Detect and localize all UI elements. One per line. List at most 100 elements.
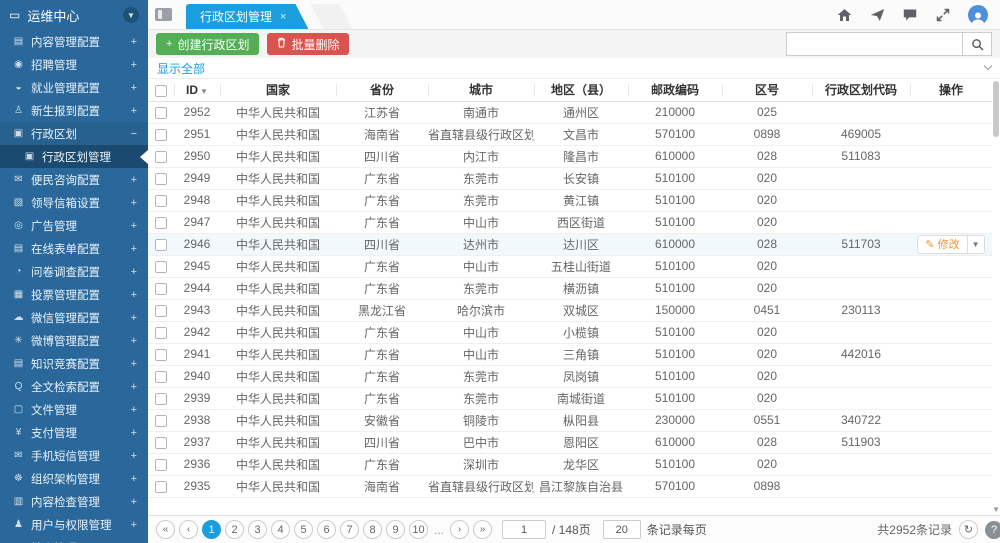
page-number-button[interactable]: 3 bbox=[248, 520, 267, 539]
user-avatar[interactable] bbox=[968, 5, 988, 25]
check-icon: ▥ bbox=[11, 496, 26, 507]
sidebar-item[interactable]: ▦投票管理配置+ bbox=[0, 283, 148, 306]
row-checkbox[interactable] bbox=[155, 459, 167, 471]
scrollbar-thumb[interactable] bbox=[993, 81, 999, 137]
sidebar-item[interactable]: ✉便民咨询配置+ bbox=[0, 168, 148, 191]
first-page-button[interactable]: « bbox=[156, 520, 175, 539]
page-number-button[interactable]: 1 bbox=[202, 520, 221, 539]
row-checkbox[interactable] bbox=[155, 283, 167, 295]
tab-close-icon[interactable]: × bbox=[280, 11, 286, 23]
wechat-icon: ☁ bbox=[11, 312, 26, 323]
sidebar-item[interactable]: ▥内容检查管理+ bbox=[0, 490, 148, 513]
cell-postal: 510100 bbox=[628, 211, 722, 233]
row-checkbox[interactable] bbox=[155, 437, 167, 449]
row-checkbox[interactable] bbox=[155, 349, 167, 361]
footer-right: 共2952条记录 ↻ ? bbox=[877, 520, 992, 539]
send-icon[interactable] bbox=[869, 7, 885, 23]
chevron-down-icon[interactable] bbox=[984, 62, 992, 70]
sidebar-item[interactable]: ✳微博管理配置+ bbox=[0, 329, 148, 352]
cell-actions bbox=[910, 145, 992, 167]
row-checkbox[interactable] bbox=[155, 195, 167, 207]
row-checkbox[interactable] bbox=[155, 151, 167, 163]
tabs-menu-button[interactable] bbox=[155, 8, 172, 21]
sidebar-item[interactable]: ☁微信管理配置+ bbox=[0, 306, 148, 329]
sidebar-collapse-button[interactable]: ▼ bbox=[123, 7, 139, 23]
page-number-button[interactable]: 5 bbox=[294, 520, 313, 539]
page-number-button[interactable]: 10 bbox=[409, 520, 428, 539]
sidebar-item[interactable]: ♙新生报到配置+ bbox=[0, 99, 148, 122]
prev-page-button[interactable]: ‹ bbox=[179, 520, 198, 539]
sidebar-item[interactable]: ☸组织架构管理+ bbox=[0, 467, 148, 490]
show-all-link[interactable]: 显示全部 bbox=[157, 60, 205, 77]
page-number-button[interactable]: 6 bbox=[317, 520, 336, 539]
sidebar-item[interactable]: Q全文检索配置+ bbox=[0, 375, 148, 398]
sidebar-item[interactable]: ◔问卷调查配置+ bbox=[0, 260, 148, 283]
select-all-checkbox[interactable] bbox=[155, 85, 167, 97]
sidebar-subitem[interactable]: ▣行政区划管理 bbox=[0, 145, 148, 168]
sidebar-item[interactable]: ▦站点管理+ bbox=[0, 536, 148, 543]
sidebar-item[interactable]: ▧领导信箱设置+ bbox=[0, 191, 148, 214]
row-checkbox[interactable] bbox=[155, 217, 167, 229]
search-button[interactable] bbox=[962, 32, 992, 56]
cell-division_code bbox=[812, 475, 910, 497]
search-input[interactable] bbox=[786, 32, 962, 56]
cell-actions bbox=[910, 277, 992, 299]
table-row: 2942中华人民共和国广东省中山市小榄镇510100020 bbox=[148, 321, 992, 343]
next-page-button[interactable]: › bbox=[450, 520, 469, 539]
sidebar-item[interactable]: ◉招聘管理+ bbox=[0, 53, 148, 76]
home-icon[interactable] bbox=[836, 7, 852, 23]
help-icon[interactable]: ? bbox=[985, 521, 1000, 539]
scrollbar-down-icon[interactable]: ▼ bbox=[992, 505, 1000, 514]
main-area: 行政区划管理 × + 创建行政区划 bbox=[148, 0, 1000, 543]
row-checkbox[interactable] bbox=[155, 129, 167, 141]
row-checkbox[interactable] bbox=[155, 305, 167, 317]
page-number-button[interactable]: 2 bbox=[225, 520, 244, 539]
row-checkbox[interactable] bbox=[155, 261, 167, 273]
sidebar-item[interactable]: ▤内容管理配置+ bbox=[0, 30, 148, 53]
cell-country: 中华人民共和国 bbox=[220, 409, 336, 431]
column-header: 国家 bbox=[220, 79, 336, 101]
sidebar-item[interactable]: ✉手机短信管理+ bbox=[0, 444, 148, 467]
refresh-icon[interactable]: ↻ bbox=[959, 520, 978, 539]
fullscreen-icon[interactable] bbox=[935, 7, 951, 23]
create-region-button[interactable]: + 创建行政区划 bbox=[156, 33, 259, 55]
page-size-input[interactable] bbox=[603, 520, 641, 539]
current-page-input[interactable] bbox=[502, 520, 546, 539]
row-checkbox[interactable] bbox=[155, 173, 167, 185]
batch-delete-button[interactable]: 批量删除 bbox=[267, 33, 349, 55]
row-checkbox[interactable] bbox=[155, 393, 167, 405]
sidebar-item[interactable]: ¥支付管理+ bbox=[0, 421, 148, 444]
page-number-button[interactable]: 4 bbox=[271, 520, 290, 539]
row-checkbox[interactable] bbox=[155, 239, 167, 251]
cell-division_code bbox=[812, 211, 910, 233]
sidebar-item[interactable]: ▣行政区划− bbox=[0, 122, 148, 145]
active-item-notch bbox=[140, 150, 148, 164]
more-actions-button[interactable]: ▼ bbox=[968, 235, 985, 254]
row-checkbox[interactable] bbox=[155, 107, 167, 119]
row-checkbox[interactable] bbox=[155, 327, 167, 339]
cell-division_code bbox=[812, 365, 910, 387]
row-checkbox[interactable] bbox=[155, 481, 167, 493]
row-checkbox[interactable] bbox=[155, 371, 167, 383]
edit-button[interactable]: ✎修改 bbox=[917, 235, 967, 254]
chat-icon[interactable] bbox=[902, 7, 918, 23]
sidebar-item[interactable]: ◒就业管理配置+ bbox=[0, 76, 148, 99]
sort-desc-icon[interactable]: ▼ bbox=[200, 87, 208, 96]
sidebar-item[interactable]: ♟用户与权限管理+ bbox=[0, 513, 148, 536]
cell-province: 广东省 bbox=[336, 167, 428, 189]
last-page-button[interactable]: » bbox=[473, 520, 492, 539]
weibo-icon: ✳ bbox=[11, 335, 26, 346]
row-checkbox[interactable] bbox=[155, 415, 167, 427]
cell-id: 2945 bbox=[174, 255, 220, 277]
tab-region-management[interactable]: 行政区划管理 × bbox=[186, 4, 308, 29]
sidebar-item[interactable]: ◎广告管理+ bbox=[0, 214, 148, 237]
page-number-button[interactable]: 7 bbox=[340, 520, 359, 539]
sidebar-item[interactable]: ▤在线表单配置+ bbox=[0, 237, 148, 260]
table-scrollbar[interactable]: ▼ bbox=[991, 79, 999, 515]
sidebar-item[interactable]: ▢文件管理+ bbox=[0, 398, 148, 421]
expand-indicator: + bbox=[131, 312, 137, 324]
cell-province: 四川省 bbox=[336, 431, 428, 453]
page-number-button[interactable]: 8 bbox=[363, 520, 382, 539]
sidebar-item[interactable]: ▤知识竞赛配置+ bbox=[0, 352, 148, 375]
page-number-button[interactable]: 9 bbox=[386, 520, 405, 539]
